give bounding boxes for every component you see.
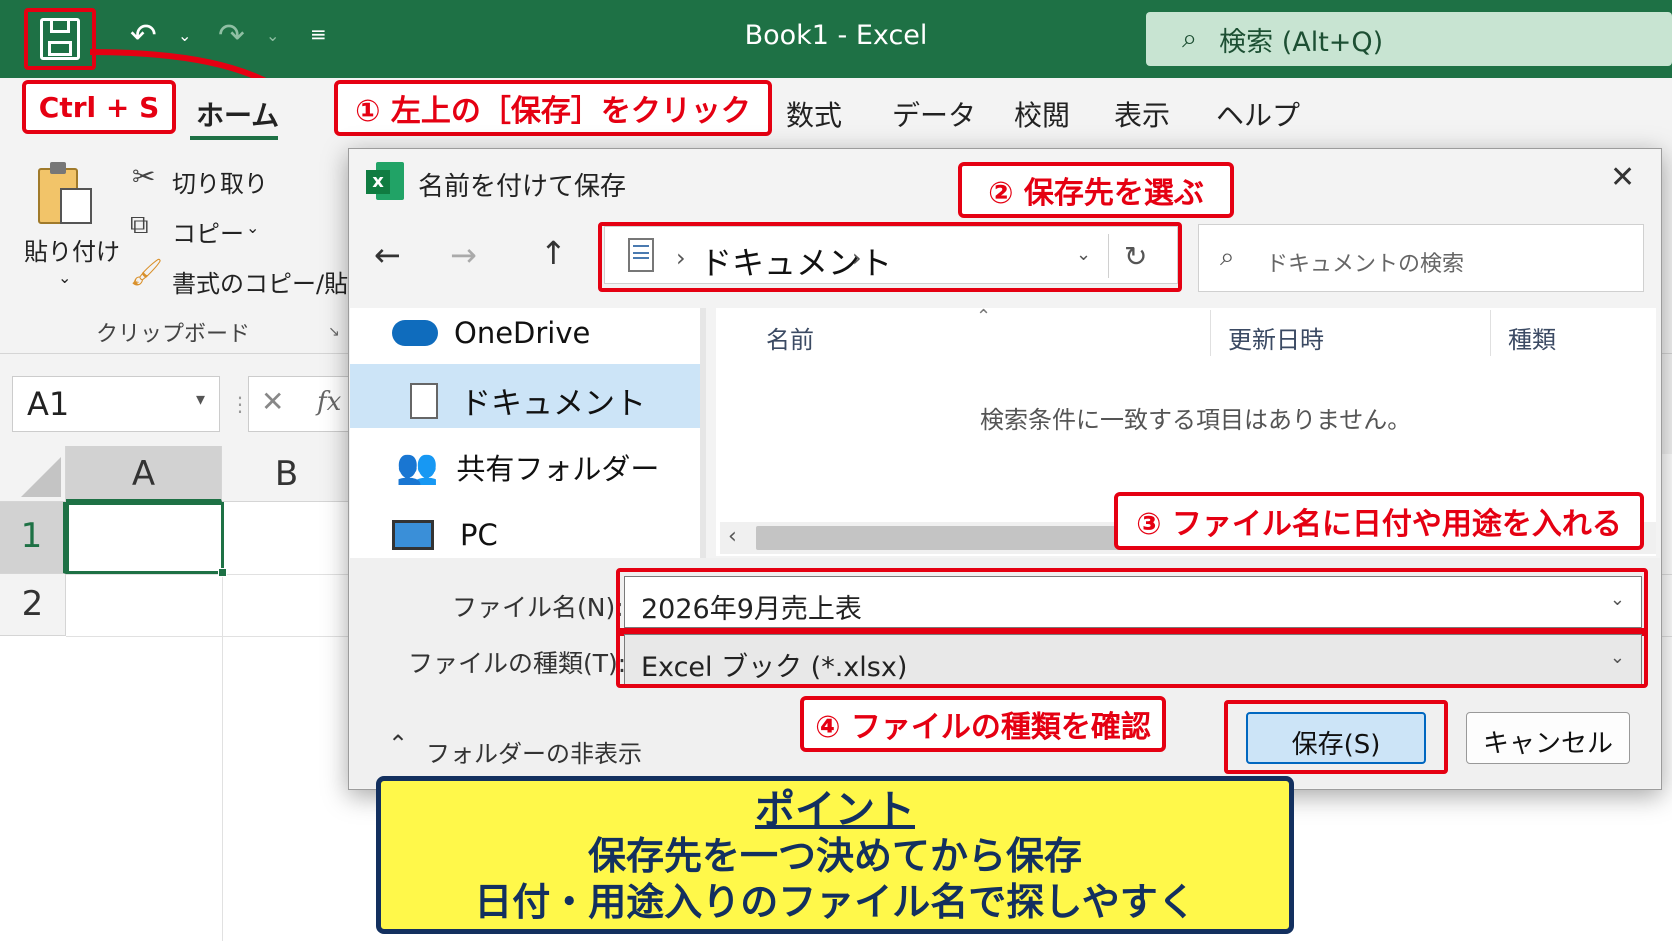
format-painter-icon[interactable]: 🖌 [130,258,163,288]
column-header-modified[interactable]: 更新日時 [1228,320,1324,355]
save-button-highlight [1224,700,1448,774]
filename-highlight [616,568,1648,636]
filename-label: ファイル名(N): [452,593,624,622]
nav-scrollbar[interactable] [700,308,706,558]
search-box[interactable]: ⌕ 検索 (Alt+Q) [1146,12,1672,66]
point-note: ポイント 保存先を一つ決めてから保存 日付・用途入りのファイル名で探しやすく [376,776,1294,934]
breadcrumb-separator-icon: › [676,244,686,272]
paste-icon[interactable] [38,162,94,226]
people-icon: 👥 [396,447,439,487]
tab-review[interactable]: 校閲 [1014,94,1070,134]
document-icon [410,382,438,419]
tab-data[interactable]: データ [892,94,976,134]
nav-item-shared-folder[interactable]: 👥 共有フォルダー [396,446,659,488]
insert-function-button[interactable]: fx [317,387,341,417]
active-cell-a1[interactable] [66,502,227,577]
filetype-highlight [616,628,1648,688]
copy-button[interactable]: コピー [172,214,244,249]
copy-icon[interactable]: ⧉ [130,210,149,241]
row-header-2[interactable]: 2 [0,574,66,636]
paste-button[interactable]: 貼り付け [24,232,120,267]
dialog-search-placeholder: ドキュメントの検索 [1266,252,1465,277]
chevron-down-icon[interactable]: ▾ [196,389,205,410]
refresh-icon[interactable]: ↻ [1124,240,1147,273]
search-label: 検索 (Alt+Q) [1219,26,1384,58]
up-icon[interactable]: ↑ [540,234,567,272]
search-icon: ⌕ [1220,242,1235,272]
nav-item-label: OneDrive [454,316,591,350]
filetype-label: ファイルの種類(T): [408,649,627,678]
tab-home[interactable]: ホーム [196,94,279,134]
tab-formulas[interactable]: 数式 [786,94,842,134]
cancel-button[interactable]: キャンセル [1466,712,1630,764]
nav-item-label: ドキュメント [460,386,646,422]
back-icon[interactable]: ← [374,236,401,274]
format-painter-button[interactable]: 書式のコピー/貼り付け [172,264,348,299]
nav-item-pc[interactable]: PC [392,518,498,552]
name-box[interactable]: A1 ▾ [12,376,220,432]
step2-callout: ② 保存先を選ぶ [958,162,1234,218]
shortcut-callout: Ctrl + S [22,80,176,134]
point-line-1: 保存先を一つ決めてから保存 [587,834,1082,878]
column-header-b[interactable]: B [222,446,352,502]
formula-tools: ✕ fx [248,376,358,432]
clipboard-group-label: クリップボード [96,322,251,347]
chevron-up-icon[interactable]: ⌃ [388,730,408,758]
dialog-launcher-icon[interactable]: ↘ [328,324,340,340]
cloud-icon [392,320,438,346]
formula-bar-grip-icon: ⋮ [230,392,250,416]
empty-message: 検索条件に一致する項目はありません。 [980,406,1412,434]
document-folder-icon [628,238,654,272]
step4-callout: ④ ファイルの種類を確認 [800,696,1166,752]
column-header-type[interactable]: 種類 [1508,320,1556,355]
tab-home-underline [190,136,278,140]
nav-item-documents[interactable]: ドキュメント [410,378,646,423]
tab-help[interactable]: ヘルプ [1216,94,1300,134]
address-divider [1108,234,1109,278]
sort-arrow-icon: ⌃ [976,306,992,327]
forward-icon[interactable]: → [450,236,477,274]
nav-item-onedrive[interactable]: OneDrive [392,316,590,350]
copy-dropdown-icon[interactable]: ⌄ [246,218,259,237]
tab-view[interactable]: 表示 [1114,94,1170,134]
cut-button[interactable]: 切り取り [172,164,268,199]
paste-dropdown-icon[interactable]: ⌄ [58,268,71,287]
step3-callout: ③ ファイル名に日付や用途を入れる [1114,492,1644,550]
cut-icon[interactable]: ✂ [132,160,155,193]
monitor-icon [392,520,434,550]
step1-callout: ① 左上の［保存］をクリック [334,80,772,136]
hide-folders-toggle[interactable]: フォルダーの非表示 [426,734,642,769]
scroll-left-icon[interactable]: ‹ [728,524,737,549]
column-divider [1490,310,1491,356]
search-icon: ⌕ [1182,23,1198,54]
point-line-2: 日付・用途入りのファイル名で探しやすく [474,880,1196,924]
close-icon[interactable]: ✕ [1610,160,1635,195]
address-dropdown-icon[interactable]: ⌄ [1076,244,1091,265]
nav-item-label: 共有フォルダー [456,452,660,486]
dialog-title: 名前を付けて保存 [418,172,627,202]
cancel-entry-icon[interactable]: ✕ [261,385,284,418]
column-header-name[interactable]: 名前 [766,320,814,355]
breadcrumb-chevron-icon[interactable]: › [852,244,862,272]
select-all-corner[interactable] [0,446,66,502]
name-box-value: A1 [27,385,70,423]
row-header-1[interactable]: 1 [0,502,66,574]
point-heading: ポイント [755,787,915,833]
breadcrumb-documents[interactable]: ドキュメント [700,238,892,284]
nav-item-label: PC [460,518,498,552]
column-header-a[interactable]: A [66,446,222,502]
scrollbar-thumb[interactable] [756,526,1136,550]
column-divider [1210,310,1211,356]
excel-app-icon: x [366,162,404,200]
